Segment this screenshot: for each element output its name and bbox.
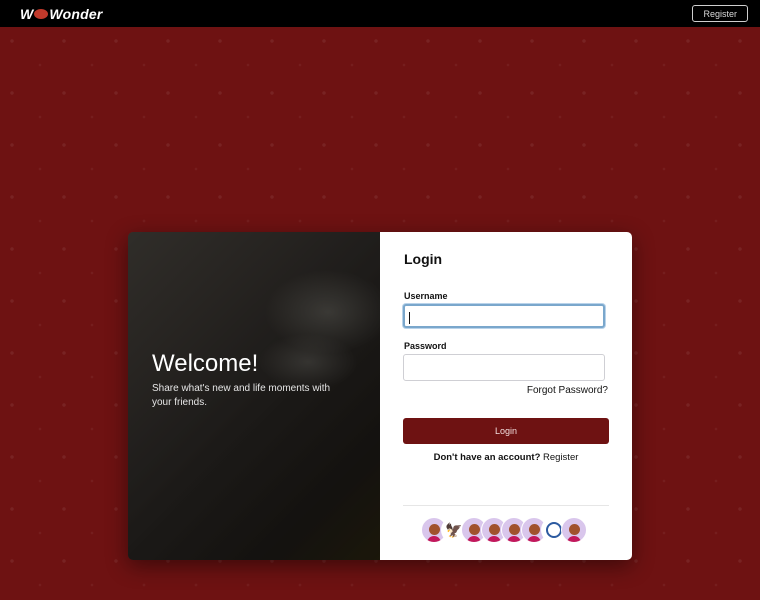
password-label: Password bbox=[404, 341, 447, 351]
site-logo[interactable]: W Wonder bbox=[20, 6, 102, 22]
register-button[interactable]: Register bbox=[692, 5, 748, 22]
logo-text-left: W bbox=[20, 5, 34, 22]
register-prompt: Don't have an account? Register bbox=[380, 452, 632, 463]
user-avatar[interactable] bbox=[561, 517, 587, 543]
logo-text-right: Wonder bbox=[49, 5, 103, 22]
text-cursor bbox=[409, 312, 410, 324]
login-card: Welcome! Share what's new and life momen… bbox=[128, 232, 632, 560]
welcome-subtitle: Share what's new and life moments with y… bbox=[152, 383, 331, 408]
login-title: Login bbox=[404, 251, 443, 267]
password-input[interactable] bbox=[403, 354, 605, 381]
forgot-password-link[interactable]: Forgot Password? bbox=[527, 385, 608, 396]
divider bbox=[403, 505, 609, 506]
welcome-heading: Welcome! bbox=[152, 350, 259, 377]
member-avatars: 🦅 bbox=[421, 517, 587, 543]
welcome-panel: Welcome! Share what's new and life momen… bbox=[128, 232, 380, 560]
circle-logo-icon bbox=[546, 522, 562, 538]
top-navbar: W Wonder Register bbox=[0, 0, 760, 27]
no-account-text: Don't have an account? bbox=[433, 452, 541, 463]
logo-mark-icon bbox=[34, 8, 49, 19]
login-form: Login Username Password Forgot Password?… bbox=[380, 232, 632, 560]
register-link[interactable]: Register bbox=[543, 452, 578, 463]
username-label: Username bbox=[404, 291, 448, 301]
login-button[interactable]: Login bbox=[403, 418, 609, 444]
username-input[interactable] bbox=[403, 304, 605, 328]
